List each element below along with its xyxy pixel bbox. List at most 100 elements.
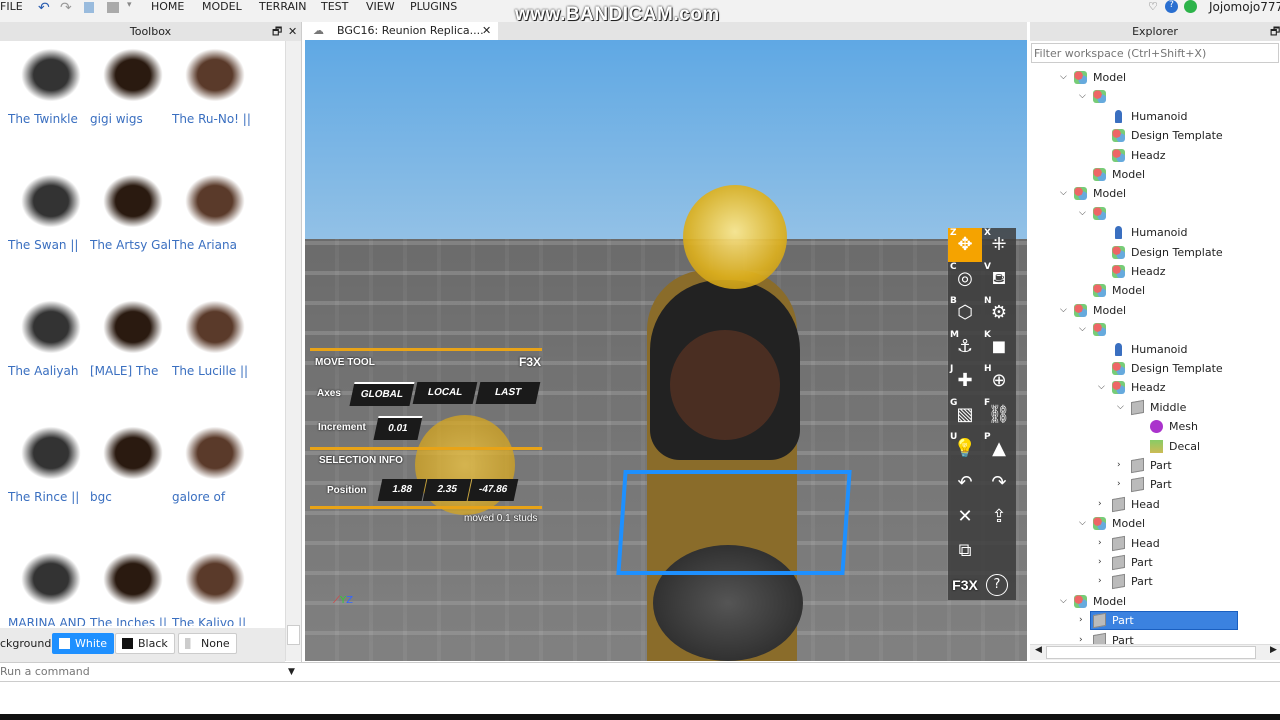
- tree-item[interactable]: › Part: [1030, 572, 1280, 591]
- tree-item[interactable]: Humanoid: [1030, 223, 1280, 242]
- toolbox-item[interactable]: The Ru-No! ||: [172, 44, 257, 170]
- tree-item[interactable]: Design Template: [1030, 243, 1280, 262]
- save-icon[interactable]: [107, 2, 119, 13]
- username[interactable]: Jojomojo7777: [1209, 0, 1280, 14]
- publish-icon[interactable]: [84, 2, 94, 13]
- axes-local-button[interactable]: LOCAL: [412, 382, 478, 404]
- scroll-thumb[interactable]: [287, 625, 300, 645]
- chevron-right-icon[interactable]: ›: [1117, 475, 1121, 494]
- position-x-input[interactable]: 1.88: [377, 479, 427, 501]
- menu-model[interactable]: MODEL: [202, 0, 242, 14]
- tree-item[interactable]: ⌵ Model: [1030, 514, 1280, 533]
- tree-item[interactable]: › Part: [1030, 456, 1280, 475]
- tree-item[interactable]: ⌵: [1030, 204, 1280, 223]
- explorer-filter-input[interactable]: [1031, 43, 1279, 63]
- clear-selection-icon[interactable]: ✕: [948, 500, 982, 534]
- bg-none-button[interactable]: None: [178, 633, 237, 654]
- menu-plugins[interactable]: PLUGINS: [410, 0, 457, 14]
- file-menu[interactable]: FILE: [0, 0, 23, 14]
- tree-item[interactable]: Mesh: [1030, 417, 1280, 436]
- undock-icon[interactable]: 🗗: [272, 22, 282, 41]
- toolbox-scrollbar[interactable]: ▼: [285, 41, 301, 677]
- toolbox-item[interactable]: The Rince ||: [8, 422, 93, 548]
- chevron-down-icon[interactable]: ⌵: [1079, 514, 1086, 533]
- axes-global-button[interactable]: GLOBAL: [349, 382, 415, 406]
- chevron-right-icon[interactable]: ›: [1117, 456, 1121, 475]
- toolbox-item[interactable]: gigi wigs: [90, 44, 175, 170]
- toolbox-item[interactable]: bgc: [90, 422, 175, 548]
- scroll-right-icon[interactable]: ▶: [1270, 645, 1277, 655]
- tree-item[interactable]: Decal: [1030, 437, 1280, 456]
- toolbox-item[interactable]: [MALE] The: [90, 296, 175, 422]
- tree-item[interactable]: ⌵ Model: [1030, 184, 1280, 203]
- undo-icon[interactable]: ↶: [948, 466, 982, 500]
- document-tab[interactable]: ☁ BGC16: Reunion Replica.... ✕: [305, 22, 498, 40]
- toolbox-item[interactable]: The Ariana: [172, 170, 257, 296]
- increment-input[interactable]: 0.01: [373, 416, 423, 440]
- chevron-right-icon[interactable]: ›: [1079, 611, 1083, 630]
- toolbox-item[interactable]: The Swan ||: [8, 170, 93, 296]
- command-bar[interactable]: Run a command: [0, 662, 1280, 682]
- position-z-input[interactable]: -47.86: [467, 479, 519, 501]
- chevron-down-icon[interactable]: ⌵: [1060, 68, 1067, 87]
- close-icon[interactable]: ✕: [288, 22, 297, 41]
- decorate-tool-button[interactable]: P ▲: [982, 432, 1016, 466]
- bg-white-button[interactable]: White: [52, 633, 114, 654]
- tree-item[interactable]: Humanoid: [1030, 107, 1280, 126]
- toolbox-item[interactable]: The Aaliyah: [8, 296, 93, 422]
- tree-item[interactable]: Design Template: [1030, 126, 1280, 145]
- close-tab-icon[interactable]: ✕: [482, 22, 491, 40]
- tree-item[interactable]: ⌵: [1030, 320, 1280, 339]
- toolbox-item[interactable]: The Kalivo ||: [172, 548, 257, 626]
- undock-icon[interactable]: 🗗: [1270, 22, 1280, 41]
- chevron-right-icon[interactable]: ›: [1098, 572, 1102, 591]
- chevron-right-icon[interactable]: ›: [1098, 495, 1102, 514]
- tree-item[interactable]: › Head: [1030, 534, 1280, 553]
- scroll-thumb[interactable]: [1046, 646, 1256, 659]
- clone-icon[interactable]: ⧉: [948, 534, 982, 568]
- scroll-left-icon[interactable]: ◀: [1035, 645, 1042, 655]
- tree-item[interactable]: ⌵ Model: [1030, 592, 1280, 611]
- chevron-down-icon[interactable]: ⌵: [1079, 204, 1086, 223]
- redo-icon[interactable]: ↷: [982, 466, 1016, 500]
- bg-black-button[interactable]: Black: [115, 633, 175, 654]
- tree-item[interactable]: › Part: [1030, 611, 1280, 631]
- chevron-down-icon[interactable]: ⌵: [1060, 301, 1067, 320]
- toolbox-item[interactable]: galore of: [172, 422, 257, 548]
- tree-item[interactable]: Humanoid: [1030, 340, 1280, 359]
- toolbox-item[interactable]: The Artsy Gal: [90, 170, 175, 296]
- chevron-down-icon[interactable]: ⌵: [1060, 184, 1067, 203]
- menu-test[interactable]: TEST: [321, 0, 348, 14]
- toolbox-item[interactable]: MARINA AND: [8, 548, 93, 626]
- help-button[interactable]: ?: [986, 574, 1008, 596]
- chevron-right-icon[interactable]: ›: [1098, 553, 1102, 572]
- tree-item[interactable]: › Part: [1030, 475, 1280, 494]
- export-icon[interactable]: ⇪: [982, 500, 1016, 534]
- tree-item[interactable]: › Part: [1030, 631, 1280, 644]
- menu-terrain[interactable]: TERRAIN: [259, 0, 307, 14]
- chevron-down-icon[interactable]: ⌵: [1098, 378, 1105, 397]
- quick-access-dropdown-icon[interactable]: ▾: [127, 0, 132, 10]
- explorer-hscrollbar[interactable]: ◀ ▶: [1030, 644, 1280, 660]
- tree-item[interactable]: Design Template: [1030, 359, 1280, 378]
- favorite-icon[interactable]: ♡: [1148, 0, 1158, 13]
- lighting-tool-button[interactable]: U 💡: [948, 432, 982, 466]
- tree-item[interactable]: Headz: [1030, 146, 1280, 165]
- chevron-right-icon[interactable]: ›: [1098, 534, 1102, 553]
- tree-item[interactable]: ⌵ Middle: [1030, 398, 1280, 417]
- chevron-down-icon[interactable]: ⌵: [1079, 87, 1086, 106]
- position-y-input[interactable]: 2.35: [422, 479, 472, 501]
- tree-item[interactable]: ⌵ Headz: [1030, 378, 1280, 397]
- redo-icon[interactable]: ↷: [60, 0, 72, 16]
- toolbox-item[interactable]: The Twinkle: [8, 44, 93, 170]
- chevron-down-icon[interactable]: ⌵: [1117, 398, 1124, 417]
- toolbox-item[interactable]: The Inches ||: [90, 548, 175, 626]
- help-icon[interactable]: ?: [1165, 0, 1178, 13]
- chevron-down-icon[interactable]: ⌵: [1079, 320, 1086, 339]
- menu-home[interactable]: HOME: [151, 0, 184, 14]
- tree-item[interactable]: ⌵ Model: [1030, 301, 1280, 320]
- tree-item[interactable]: ⌵ Model: [1030, 68, 1280, 87]
- tree-item[interactable]: › Part: [1030, 553, 1280, 572]
- tree-item[interactable]: Headz: [1030, 262, 1280, 281]
- tree-item[interactable]: › Head: [1030, 495, 1280, 514]
